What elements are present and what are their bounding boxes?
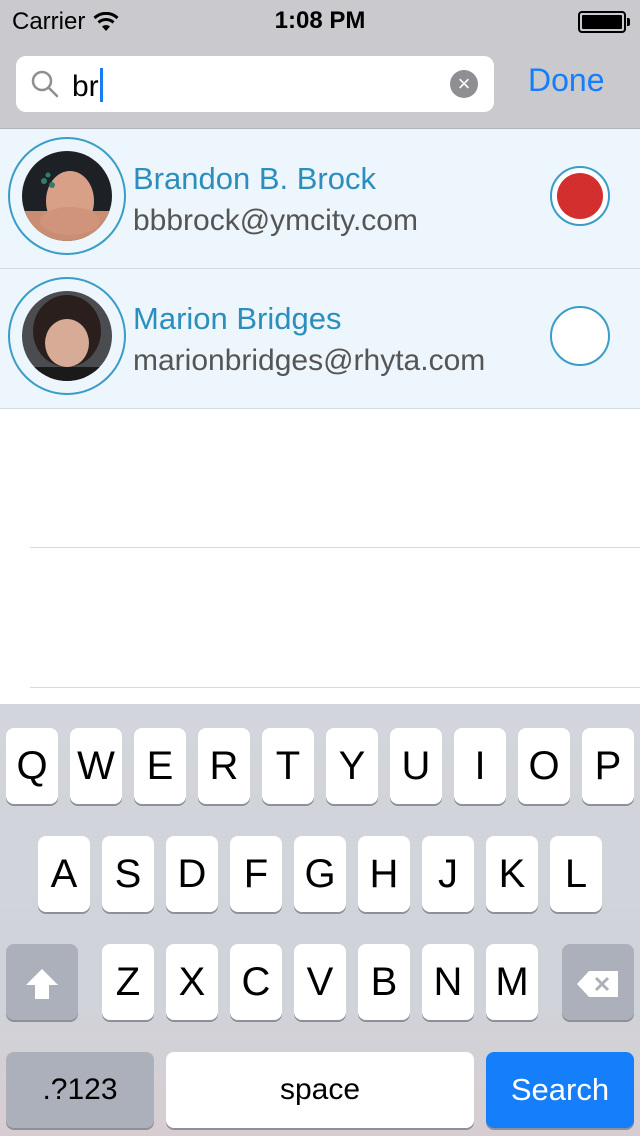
avatar-ring — [8, 277, 126, 395]
battery-icon — [578, 11, 630, 33]
contact-row[interactable]: Brandon B. Brock bbbrock@ymcity.com — [0, 129, 640, 269]
contact-name: Brandon B. Brock — [133, 161, 376, 196]
done-button[interactable]: Done — [528, 62, 605, 99]
contact-email: marionbridges@rhyta.com — [133, 344, 486, 377]
key-u[interactable]: U — [390, 728, 442, 804]
key-m[interactable]: M — [486, 944, 538, 1020]
key-g[interactable]: G — [294, 836, 346, 912]
key-k[interactable]: K — [486, 836, 538, 912]
key-b[interactable]: B — [358, 944, 410, 1020]
key-q[interactable]: Q — [6, 728, 58, 804]
key-c[interactable]: C — [230, 944, 282, 1020]
key-p[interactable]: P — [582, 728, 634, 804]
key-j[interactable]: J — [422, 836, 474, 912]
status-bar: Carrier 1:08 PM — [0, 0, 640, 40]
search-input[interactable]: br — [72, 68, 103, 104]
select-toggle-selected[interactable] — [550, 166, 610, 226]
selected-dot — [557, 173, 603, 219]
key-y[interactable]: Y — [326, 728, 378, 804]
key-f[interactable]: F — [230, 836, 282, 912]
key-i[interactable]: I — [454, 728, 506, 804]
search-query-text: br — [72, 70, 99, 103]
status-time: 1:08 PM — [274, 7, 366, 34]
keyboard: Q W E R T Y U I O P A S D F G H J K L Z … — [0, 704, 640, 1136]
shift-key[interactable] — [6, 944, 78, 1020]
avatar — [22, 151, 112, 241]
key-d[interactable]: D — [166, 836, 218, 912]
shift-arrow-icon — [26, 969, 58, 1000]
key-r[interactable]: R — [198, 728, 250, 804]
key-v[interactable]: V — [294, 944, 346, 1020]
search-icon — [31, 70, 59, 98]
key-s[interactable]: S — [102, 836, 154, 912]
key-n[interactable]: N — [422, 944, 474, 1020]
key-a[interactable]: A — [38, 836, 90, 912]
key-e[interactable]: E — [134, 728, 186, 804]
search-key[interactable]: Search — [486, 1052, 634, 1128]
key-t[interactable]: T — [262, 728, 314, 804]
space-key[interactable]: space — [166, 1052, 474, 1128]
delete-key[interactable] — [562, 944, 634, 1020]
avatar-ring — [8, 137, 126, 255]
key-o[interactable]: O — [518, 728, 570, 804]
backspace-icon — [577, 971, 618, 998]
key-x[interactable]: X — [166, 944, 218, 1020]
select-toggle[interactable] — [550, 306, 610, 366]
text-caret — [99, 68, 103, 102]
key-h[interactable]: H — [358, 836, 410, 912]
key-l[interactable]: L — [550, 836, 602, 912]
contact-row[interactable]: Marion Bridges marionbridges@rhyta.com — [0, 269, 640, 409]
clear-search-icon[interactable]: × — [450, 70, 478, 98]
search-field[interactable]: br × — [16, 56, 494, 112]
numbers-key[interactable]: .?123 — [6, 1052, 154, 1128]
search-header: Carrier 1:08 PM br × Done — [0, 0, 640, 129]
key-z[interactable]: Z — [102, 944, 154, 1020]
contact-email: bbbrock@ymcity.com — [133, 204, 418, 237]
row-separator — [30, 687, 640, 688]
key-w[interactable]: W — [70, 728, 122, 804]
row-separator — [30, 547, 640, 548]
contact-name: Marion Bridges — [133, 301, 342, 336]
contact-results-list: Brandon B. Brock bbbrock@ymcity.com Mari… — [0, 129, 640, 409]
avatar — [22, 291, 112, 381]
